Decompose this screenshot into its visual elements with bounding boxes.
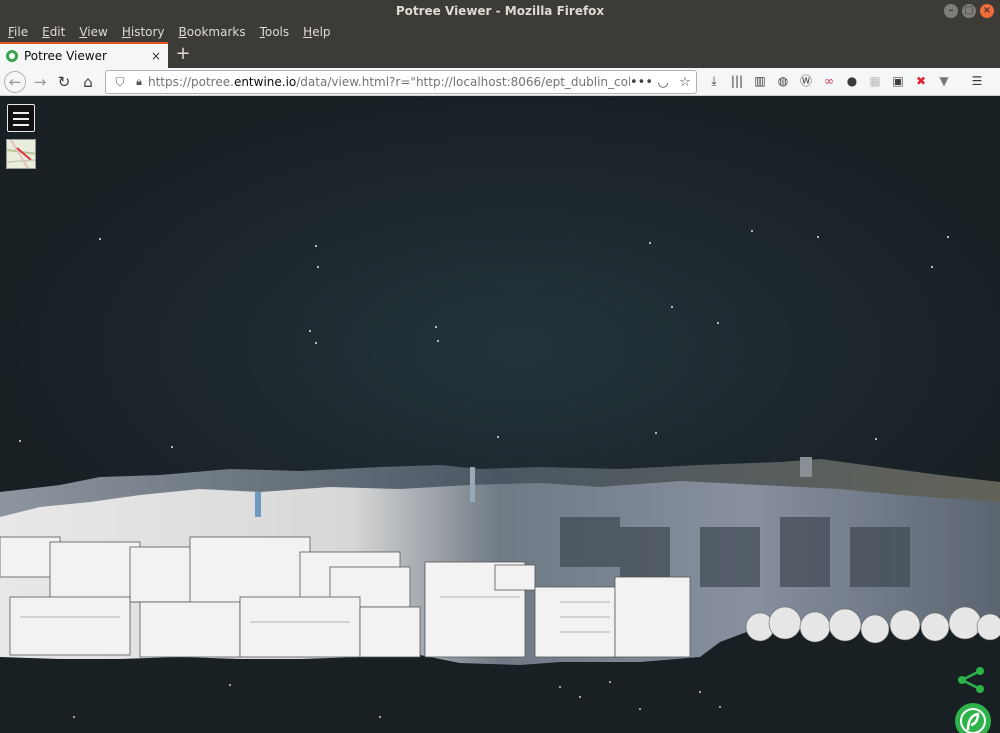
download-icon[interactable]: ⤓ bbox=[705, 72, 723, 90]
url-bar[interactable]: ⛉ 🔒︎ https://potree.entwine.io/data/view… bbox=[105, 70, 697, 94]
grid-extension-icon[interactable]: ▦ bbox=[866, 72, 884, 90]
reload-button[interactable]: ↻ bbox=[52, 70, 76, 94]
tab-close-icon[interactable]: × bbox=[148, 49, 164, 63]
puzzle-extension-icon[interactable]: ✖ bbox=[912, 72, 930, 90]
tracking-shield-icon[interactable]: ⛉ bbox=[110, 75, 130, 90]
sidebar-icon[interactable]: ▥ bbox=[751, 72, 769, 90]
back-button[interactable]: ← bbox=[4, 70, 26, 93]
tab-potree-viewer[interactable]: Potree Viewer × bbox=[0, 42, 168, 68]
hamburger-menu-icon[interactable]: ☰ bbox=[968, 72, 986, 90]
globe-icon[interactable]: ◍ bbox=[774, 72, 792, 90]
menu-history[interactable]: History bbox=[118, 22, 169, 42]
window-title: Potree Viewer - Mozilla Firefox bbox=[395, 4, 605, 18]
colorful-extension-icon[interactable]: ∞ bbox=[820, 72, 838, 90]
window-titlebar: Potree Viewer - Mozilla Firefox – □ × bbox=[0, 0, 1000, 22]
navigation-toolbar: ← → ↻ ⌂ ⛉ 🔒︎ https://potree.entwine.io/d… bbox=[0, 68, 1000, 96]
menu-bar: File Edit View History Bookmarks Tools H… bbox=[0, 22, 1000, 42]
maximize-button[interactable]: □ bbox=[962, 4, 976, 18]
share-icon[interactable] bbox=[956, 665, 986, 695]
close-window-button[interactable]: × bbox=[980, 4, 994, 18]
so-extension-icon[interactable]: ▣ bbox=[889, 72, 907, 90]
point-cloud-viewport[interactable] bbox=[0, 97, 1000, 733]
bookmark-star-icon[interactable]: ☆ bbox=[674, 75, 696, 90]
menu-bookmarks[interactable]: Bookmarks bbox=[175, 22, 250, 42]
toolbar-icons: ⤓ ||| ▥ ◍ Ⓦ ∞ ● ▦ ▣ ✖ ▼ ☰ bbox=[705, 72, 986, 90]
forward-button[interactable]: → bbox=[28, 70, 52, 94]
account-icon[interactable]: ● bbox=[843, 72, 861, 90]
tab-title: Potree Viewer bbox=[24, 49, 107, 63]
pocket-icon[interactable]: ◡ bbox=[652, 75, 674, 90]
filter-extension-icon[interactable]: ▼ bbox=[935, 72, 953, 90]
potree-logo-icon[interactable] bbox=[955, 703, 991, 733]
home-button[interactable]: ⌂ bbox=[76, 70, 100, 94]
menu-tools[interactable]: Tools bbox=[256, 22, 294, 42]
lock-icon[interactable]: 🔒︎ bbox=[130, 75, 148, 89]
wordpress-icon[interactable]: Ⓦ bbox=[797, 72, 815, 90]
menu-help[interactable]: Help bbox=[299, 22, 334, 42]
map-toggle-icon[interactable] bbox=[6, 139, 36, 169]
dublin-point-cloud bbox=[0, 230, 1000, 718]
menu-edit[interactable]: Edit bbox=[38, 22, 69, 42]
minimize-button[interactable]: – bbox=[944, 4, 958, 18]
potree-menu-toggle[interactable] bbox=[7, 104, 35, 132]
tab-strip: Potree Viewer × + bbox=[0, 42, 1000, 68]
menu-file[interactable]: File bbox=[4, 22, 32, 42]
library-icon[interactable]: ||| bbox=[728, 72, 746, 90]
url-text[interactable]: https://potree.entwine.io/data/view.html… bbox=[148, 75, 630, 89]
menu-view[interactable]: View bbox=[75, 22, 111, 42]
page-actions-icon[interactable]: ••• bbox=[630, 75, 653, 90]
new-tab-button[interactable]: + bbox=[172, 42, 194, 68]
potree-favicon-icon bbox=[6, 50, 18, 62]
